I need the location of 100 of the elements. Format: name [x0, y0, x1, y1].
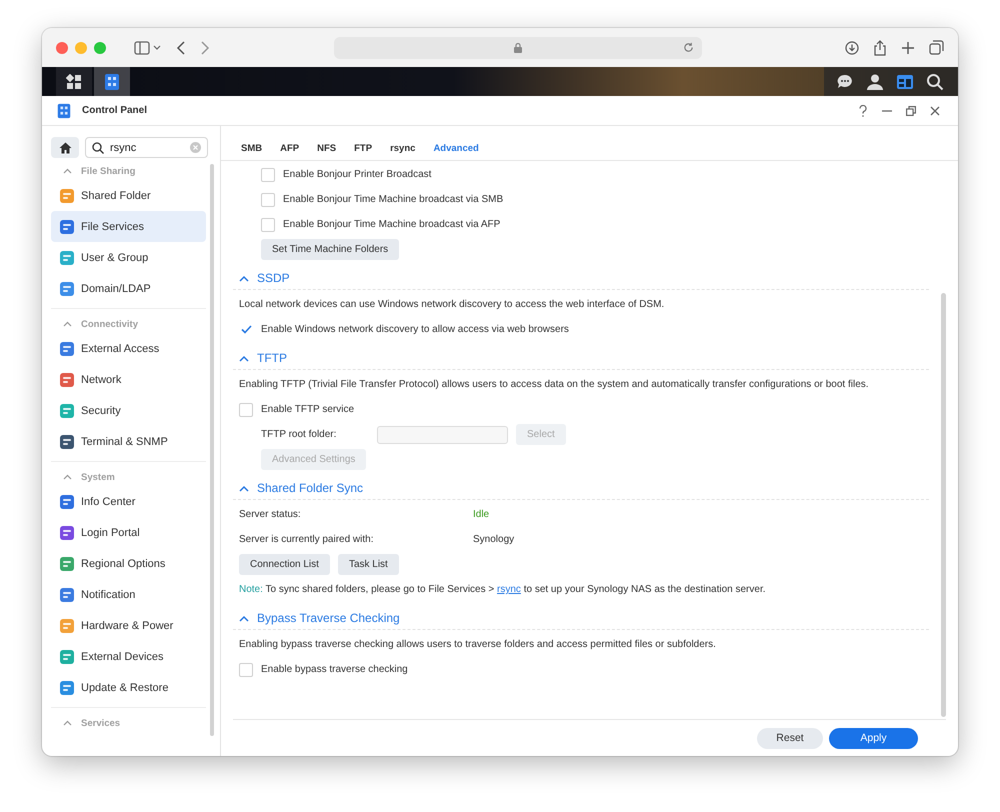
info-label: Server status: [239, 509, 302, 520]
sidebar-item[interactable]: Shared Folder [51, 180, 206, 211]
section-header[interactable]: TFTP [233, 347, 929, 370]
sidebar-item[interactable]: Security [51, 395, 206, 426]
sidebar-item[interactable]: Update & Restore [51, 672, 206, 703]
app-icon [59, 618, 75, 634]
app-icon [59, 524, 75, 540]
app-icon [59, 280, 75, 296]
rsync-link[interactable]: rsync [497, 584, 521, 595]
address-field[interactable] [334, 36, 702, 58]
section-header[interactable]: Bypass Traverse Checking [233, 607, 929, 630]
app-icon [59, 556, 75, 572]
help-icon[interactable] [858, 104, 868, 116]
app-icon [59, 402, 75, 418]
sidebar-item[interactable]: User & Group [51, 242, 206, 273]
description-text: Enabling bypass traverse checking allows users to traverse folders and access permitted files or subfolders. [239, 639, 716, 650]
field-label: TFTP root folder: [261, 429, 338, 440]
checkbox[interactable] [261, 168, 275, 182]
checkbox-label: Enable Windows network discovery to allow access via web browsers [261, 324, 569, 335]
download-icon[interactable] [845, 40, 859, 54]
reset-button[interactable]: Reset [757, 728, 823, 748]
close-icon[interactable] [930, 106, 940, 116]
info-label: Server is currently paired with: [239, 534, 374, 545]
description-text: Enabling TFTP (Trivial File Transfer Protocol) allows users to access data on the system and automatically transfer configurations or boot files. [239, 379, 869, 390]
info-value: Synology [473, 534, 514, 545]
home-button[interactable] [51, 137, 79, 158]
back-icon[interactable] [176, 40, 186, 54]
sidebar-item[interactable]: Domain/LDAP [51, 273, 206, 304]
app-icon [59, 648, 75, 664]
note-text: Note: To sync shared folders, please go to File Services > rsync to set up your Synology NAS as the destination server. [239, 584, 766, 595]
main-menu-icon[interactable] [56, 67, 92, 96]
sidebar-item[interactable]: File Services [51, 211, 206, 242]
sidebar-item[interactable]: External Access [51, 333, 206, 364]
sidebar-item[interactable]: Login Portal [51, 517, 206, 548]
user-icon[interactable] [866, 72, 884, 90]
app-icon [59, 494, 75, 510]
checkbox-label: Enable Bonjour Time Machine broadcast via SMB [283, 194, 504, 205]
chat-icon[interactable] [836, 72, 854, 90]
chevron-icon [63, 168, 72, 174]
chevron-icon [63, 720, 72, 726]
search-icon[interactable] [926, 72, 944, 90]
tab[interactable]: AFP [272, 136, 308, 156]
share-icon[interactable] [873, 40, 887, 56]
app-icon [59, 250, 75, 266]
sidebar-item[interactable]: Terminal & SNMP [51, 426, 206, 457]
sidebar-item[interactable]: Info Center [51, 486, 206, 517]
window-title: Control Panel [82, 105, 148, 116]
checkbox[interactable] [261, 192, 275, 206]
restore-icon[interactable] [906, 106, 916, 116]
search-icon [92, 142, 104, 154]
info-value: Idle [473, 509, 490, 520]
tabs-overview-icon[interactable] [929, 40, 944, 55]
tab[interactable]: Advanced [425, 136, 487, 156]
app-icon [59, 434, 75, 450]
chevron-icon [63, 321, 72, 327]
widgets-icon[interactable] [896, 72, 914, 90]
checkbox[interactable] [239, 402, 253, 416]
tab[interactable]: rsync [382, 136, 424, 156]
scrollbar[interactable] [941, 293, 946, 717]
app-icon [59, 680, 75, 696]
sidebar-item[interactable]: Network [51, 364, 206, 395]
section-header[interactable]: Shared Folder Sync [233, 477, 929, 500]
control-panel-icon[interactable] [94, 67, 130, 96]
app-icon [59, 188, 75, 204]
tab[interactable]: FTP [346, 136, 380, 156]
checkbox[interactable] [261, 218, 275, 232]
sidebar-item[interactable]: Hardware & Power [51, 610, 206, 641]
section-header[interactable]: SSDP [233, 267, 929, 290]
checkbox-label: Enable bypass traverse checking [261, 664, 408, 675]
tab[interactable]: NFS [309, 136, 344, 156]
app-icon [59, 340, 75, 356]
list-button[interactable]: Connection List [239, 554, 330, 575]
chevron-icon [63, 474, 72, 480]
set-folders-button[interactable]: Set Time Machine Folders [261, 239, 400, 260]
chevron-icon [239, 614, 249, 622]
app-icon [59, 372, 75, 388]
home-icon [58, 142, 72, 154]
sidebar-toggle-icon[interactable] [134, 40, 162, 54]
app-icon [59, 586, 75, 602]
sidebar-item[interactable]: Regional Options [51, 548, 206, 579]
sidebar-item[interactable]: External Devices [51, 641, 206, 672]
tab[interactable]: SMB [233, 136, 270, 156]
app-icon [59, 218, 75, 234]
scrollbar[interactable] [210, 164, 214, 736]
chevron-icon [239, 484, 249, 492]
sidebar-item[interactable]: Notification [51, 579, 206, 610]
reload-icon[interactable] [683, 42, 694, 52]
new-tab-icon[interactable] [901, 40, 915, 54]
description-text: Local network devices can use Windows network discovery to access the web interface of DSM. [239, 299, 664, 310]
apply-button[interactable]: Apply [829, 728, 918, 748]
list-button[interactable]: Task List [338, 554, 399, 575]
chevron-icon [239, 274, 249, 282]
close-icon[interactable] [56, 42, 68, 54]
checkbox[interactable] [239, 662, 253, 676]
forward-icon[interactable] [200, 40, 210, 54]
checkbox-label: Enable Bonjour Time Machine broadcast via AFP [283, 219, 500, 230]
control-panel-icon [56, 102, 72, 118]
checkbox-label: Enable TFTP service [261, 404, 354, 415]
lock-icon [514, 42, 522, 52]
search-field[interactable]: rsync [85, 137, 208, 158]
